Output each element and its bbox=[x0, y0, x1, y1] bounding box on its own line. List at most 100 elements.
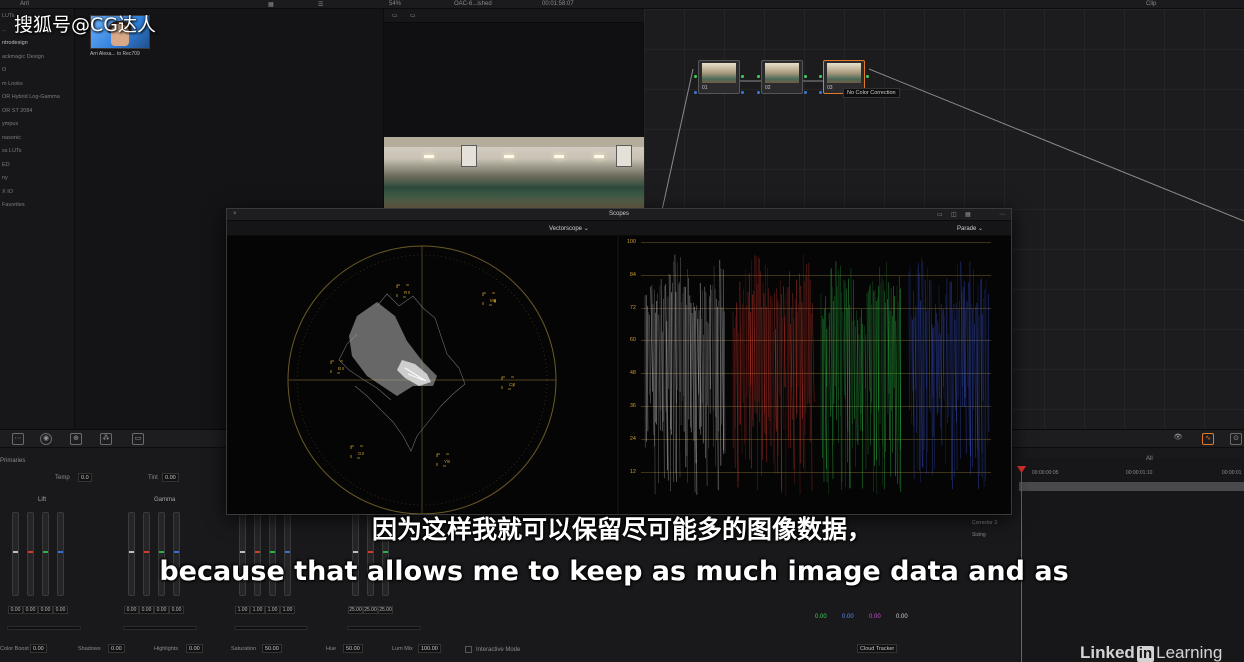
tracker-select[interactable]: Cloud Tracker bbox=[857, 644, 898, 653]
node-output-port[interactable] bbox=[804, 75, 807, 78]
left-scope-select[interactable]: Vectorscope ⌄ bbox=[549, 225, 589, 232]
subtitle-english: because that allows me to keep as much i… bbox=[159, 556, 1069, 587]
node-output-port[interactable] bbox=[741, 75, 744, 78]
lut-folder-item[interactable]: ntrodesign bbox=[2, 40, 28, 46]
node-input-port[interactable] bbox=[757, 75, 760, 78]
lut-folder-item[interactable]: ackmagic Design bbox=[2, 54, 44, 60]
node-thumbnail bbox=[827, 63, 861, 83]
wheel-value[interactable]: 0.00 bbox=[23, 606, 38, 614]
curve-channel-value[interactable]: 0.00 bbox=[896, 614, 908, 620]
wheel-value[interactable]: 1.00 bbox=[250, 606, 265, 614]
curve-channel-value[interactable]: 0.00 bbox=[869, 614, 881, 620]
qualifier-icon[interactable]: ⁂ bbox=[100, 433, 112, 445]
wheel-value[interactable]: 0.00 bbox=[124, 606, 139, 614]
wheel-value[interactable]: 0.00 bbox=[8, 606, 23, 614]
zoom-icon[interactable]: ⊕ bbox=[70, 433, 82, 445]
node-key-input-port[interactable] bbox=[819, 91, 822, 94]
window-icon[interactable]: ▭ bbox=[132, 433, 144, 445]
lut-folder-item[interactable]: nasonic bbox=[2, 135, 21, 141]
more-icon[interactable]: ⊙ bbox=[1230, 433, 1242, 445]
lut-folder-item[interactable]: Favorites bbox=[2, 202, 25, 208]
palette-icon[interactable]: ⋯ bbox=[12, 433, 24, 445]
lut-folder-item[interactable]: m Looks bbox=[2, 81, 23, 87]
right-scope-select[interactable]: Parade ⌄ bbox=[957, 225, 983, 232]
lut-folder-item[interactable]: X IO bbox=[2, 189, 13, 195]
grid-view-icon[interactable]: ▦ bbox=[268, 1, 274, 8]
wheel-value[interactable]: 1.00 bbox=[280, 606, 295, 614]
tint-label: Tint bbox=[148, 475, 158, 481]
viewer-mode-icon[interactable]: ▭ bbox=[392, 12, 398, 19]
close-icon[interactable]: × bbox=[233, 211, 237, 217]
parade-channel-trace bbox=[908, 257, 990, 490]
zoom-level[interactable]: 54% bbox=[389, 1, 401, 7]
param-value[interactable]: 0.00 bbox=[108, 644, 125, 653]
timeline-master-track[interactable] bbox=[1019, 482, 1244, 491]
param-value[interactable]: 100.00 bbox=[418, 644, 441, 653]
wheel-value[interactable]: 25.00 bbox=[378, 606, 393, 614]
lut-folder-item[interactable]: ny bbox=[2, 175, 8, 181]
param-value[interactable]: 50.00 bbox=[262, 644, 282, 653]
layout-single-icon[interactable]: ▭ bbox=[937, 211, 943, 218]
wheel-value[interactable]: 25.00 bbox=[348, 606, 363, 614]
node-input-port[interactable] bbox=[694, 75, 697, 78]
interactive-mode-checkbox[interactable] bbox=[465, 646, 472, 653]
clip-name[interactable]: OAC-6...ished bbox=[454, 1, 492, 7]
layout-dual-icon[interactable]: ◫ bbox=[951, 211, 957, 218]
node-key-output-port[interactable] bbox=[804, 91, 807, 94]
color-node[interactable]: 01 bbox=[694, 60, 744, 94]
wheel-master-slider[interactable] bbox=[123, 626, 197, 630]
node-output-port[interactable] bbox=[866, 75, 869, 78]
wheel-value[interactable]: 0.00 bbox=[139, 606, 154, 614]
list-view-icon[interactable]: ☰ bbox=[318, 1, 323, 8]
color-node[interactable]: 02 bbox=[757, 60, 807, 94]
svg-text:G: G bbox=[358, 451, 362, 456]
wheels-icon[interactable]: ◉ bbox=[40, 433, 52, 445]
node-tooltip: No Color Correction bbox=[843, 88, 900, 98]
wheel-value[interactable]: 0.00 bbox=[169, 606, 184, 614]
parade-scope: 100 84 72 60 48 36 24 12 bbox=[619, 236, 1011, 514]
wheel-value[interactable]: 1.00 bbox=[235, 606, 250, 614]
timeline-timecode: 00:00:00:05 bbox=[1032, 470, 1059, 476]
wheel-value[interactable]: 1.00 bbox=[265, 606, 280, 614]
lut-folder-item[interactable]: OR Hybrid Log-Gamma bbox=[2, 94, 60, 100]
lut-folder-item[interactable]: ss LUTs bbox=[2, 148, 22, 154]
param-value[interactable]: 50.00 bbox=[343, 644, 363, 653]
wheel-value[interactable]: 0.00 bbox=[38, 606, 53, 614]
curve-channel-value[interactable]: 0.00 bbox=[815, 614, 827, 620]
wheel-value[interactable]: 25.00 bbox=[363, 606, 378, 614]
lut-folder-item[interactable]: ... bbox=[2, 27, 7, 33]
keyframe-icon[interactable]: ∿ bbox=[1202, 433, 1214, 445]
wheel-master-slider[interactable] bbox=[7, 626, 81, 630]
split-view-icon[interactable]: ▭ bbox=[410, 12, 416, 19]
lut-folder-item[interactable]: ympus bbox=[2, 121, 18, 127]
layout-quad-icon[interactable]: ▦ bbox=[965, 211, 971, 218]
vectorscope-target-yl: Yl bbox=[436, 453, 450, 467]
wheel-master-slider[interactable] bbox=[347, 626, 421, 630]
wheel-master-slider[interactable] bbox=[234, 626, 308, 630]
lut-folder-item[interactable]: OR ST 2084 bbox=[2, 108, 32, 114]
param-value[interactable]: 0.00 bbox=[30, 644, 47, 653]
top-toolbar: Arri ▦ ☰ 54% OAC-6...ished 00:01:58:07 C… bbox=[0, 0, 1244, 9]
temp-value[interactable]: 0.0 bbox=[78, 473, 92, 482]
curve-channel-value[interactable]: 0.00 bbox=[842, 614, 854, 620]
node-key-input-port[interactable] bbox=[694, 91, 697, 94]
wheel-value[interactable]: 0.00 bbox=[53, 606, 68, 614]
lut-folder-item[interactable]: ED bbox=[2, 162, 10, 168]
wheel-value[interactable]: 0.00 bbox=[154, 606, 169, 614]
parade-y-label: 60 bbox=[629, 337, 636, 344]
param-value[interactable]: 0.00 bbox=[186, 644, 203, 653]
node-key-input-port[interactable] bbox=[757, 91, 760, 94]
lut-folder-item[interactable]: O bbox=[2, 67, 6, 73]
scopes-menu-icon[interactable]: ⋯ bbox=[999, 211, 1005, 218]
node-key-output-port[interactable] bbox=[741, 91, 744, 94]
parade-y-label: 48 bbox=[629, 370, 636, 377]
node-mode-select[interactable]: Clip bbox=[1146, 1, 1156, 7]
lut-folder-item[interactable]: LUTs bbox=[2, 13, 15, 19]
view-icon[interactable]: 👁 bbox=[1172, 433, 1184, 445]
vectorscope-target-cy: Cy bbox=[501, 376, 515, 390]
lut-thumbnail-label: Arri Alexa... to Rec709 bbox=[90, 51, 140, 57]
node-input-port[interactable] bbox=[819, 75, 822, 78]
timeline-filter[interactable]: All bbox=[1146, 456, 1153, 462]
tint-value[interactable]: 0.00 bbox=[162, 473, 179, 482]
param-label: Shadows bbox=[78, 646, 101, 652]
